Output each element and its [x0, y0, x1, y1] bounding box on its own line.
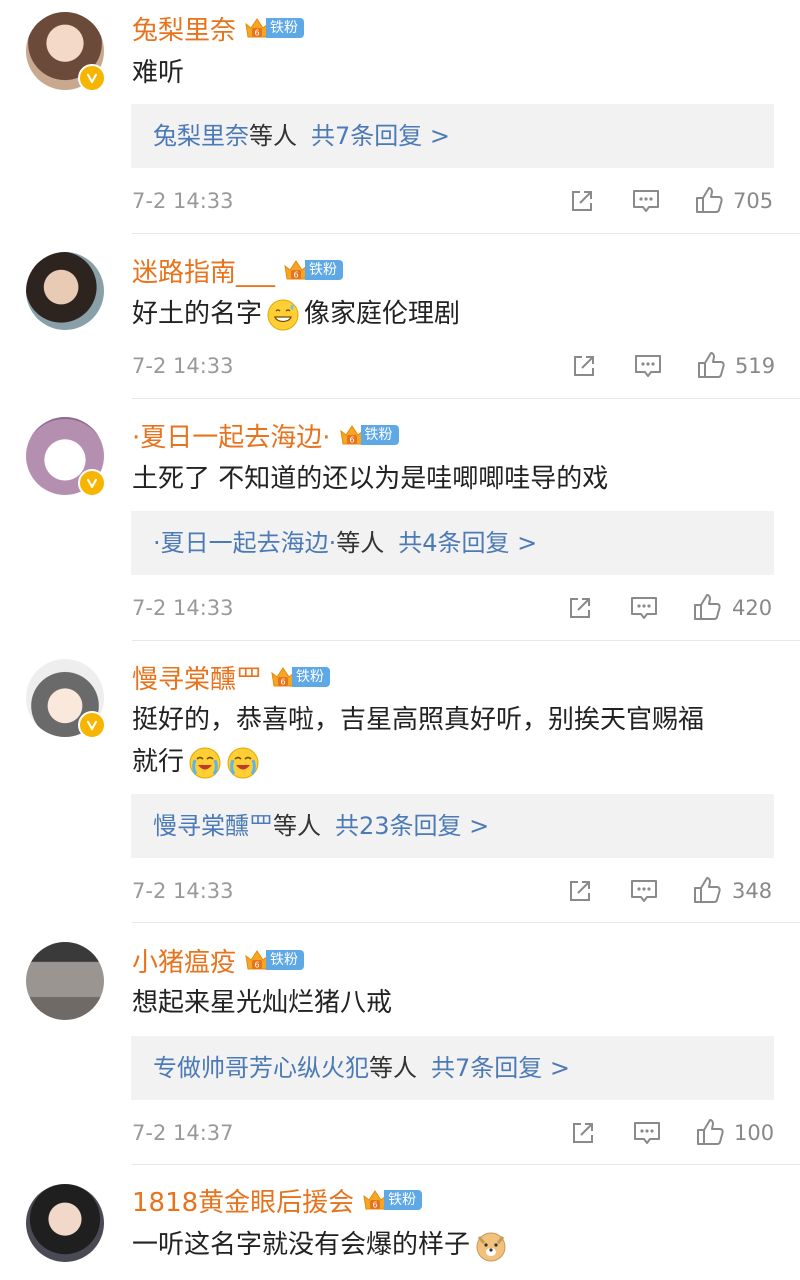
fan-tag: 铁粉 [266, 950, 305, 970]
fan-badge: 铁粉 [339, 423, 399, 447]
share-icon[interactable] [570, 352, 598, 380]
comment-text: 想起来星光灿烂猪八戒 [132, 988, 393, 1018]
comment-time: 7-2 14:37 [132, 1121, 234, 1145]
comment-time: 7-2 14:33 [132, 596, 234, 620]
comment-text: 土死了 不知道的还以为是哇唧唧哇导的戏 [132, 464, 609, 494]
thumb-up-icon[interactable] [696, 350, 726, 380]
fan-badge: 铁粉 [244, 948, 305, 972]
comment-text: 一听这名字就没有会爆的样子 [132, 1224, 772, 1266]
reply-names[interactable]: ·夏日一起去海边· [153, 529, 336, 557]
divider [132, 233, 800, 234]
share-icon[interactable] [569, 1119, 597, 1147]
comment-icon[interactable] [632, 1119, 662, 1147]
comment-text: 难听 [132, 58, 185, 88]
username[interactable]: 1818黄金眼后援会 [132, 1182, 354, 1219]
comment-icon[interactable] [629, 594, 659, 622]
like-count: 519 [735, 354, 776, 378]
verified-badge-icon [78, 64, 106, 92]
comment-text: 挺好的，恭喜啦，吉星高照真好听，别挨天官赐福 就行 [132, 699, 772, 783]
reply-summary[interactable]: ·夏日一起去海边·等人 共4条回复 > [131, 511, 774, 575]
comment-icon[interactable] [629, 877, 659, 905]
like-count: 348 [732, 879, 773, 903]
comment-icon[interactable] [633, 352, 663, 380]
reply-deng: 等人 [369, 1054, 417, 1082]
reply-deng: 等人 [249, 122, 297, 150]
reply-summary[interactable]: 专做帅哥芳心纵火犯等人 共7条回复 > [131, 1036, 774, 1100]
comment-text-part: 像家庭伦理剧 [304, 299, 461, 329]
sweat-smile-emoji-icon [266, 298, 300, 332]
like-count: 705 [733, 189, 774, 213]
comment-time: 7-2 14:33 [132, 879, 234, 903]
thumb-up-icon[interactable] [692, 875, 722, 905]
comment-text-line: 挺好的，恭喜啦，吉星高照真好听，别挨天官赐福 [132, 705, 705, 735]
reply-names[interactable]: 专做帅哥芳心纵火犯 [153, 1054, 369, 1082]
fan-badge: 铁粉 [283, 258, 344, 282]
fan-tag: 铁粉 [384, 1190, 423, 1210]
like-count: 420 [732, 596, 773, 620]
share-icon[interactable] [566, 877, 594, 905]
thumb-up-icon[interactable] [694, 185, 724, 215]
fan-badge: 铁粉 [244, 16, 305, 40]
thumb-up-icon[interactable] [695, 1117, 725, 1147]
comment-time: 7-2 14:33 [132, 189, 234, 213]
reply-count-link[interactable]: 共23条回复 > [335, 812, 489, 840]
reply-count-link[interactable]: 共7条回复 > [431, 1054, 570, 1082]
reply-count-link[interactable]: 共7条回复 > [311, 122, 450, 150]
fan-tag: 铁粉 [266, 18, 305, 38]
comment-text-part: 一听这名字就没有会爆的样子 [132, 1230, 471, 1260]
verified-badge-icon [78, 711, 106, 739]
fan-tag: 铁粉 [292, 667, 331, 687]
thumb-up-icon[interactable] [692, 592, 722, 622]
avatar[interactable] [26, 1184, 104, 1262]
reply-deng: 等人 [336, 529, 385, 557]
reply-names[interactable]: 兔梨里奈 [153, 122, 249, 150]
divider [132, 1164, 800, 1165]
username[interactable]: 小猪瘟疫 [132, 942, 236, 979]
share-icon[interactable] [568, 187, 596, 215]
username[interactable]: 兔梨里奈 [132, 10, 236, 47]
like-count: 100 [734, 1121, 775, 1145]
avatar[interactable] [26, 942, 104, 1020]
divider [132, 398, 800, 399]
username[interactable]: 慢寻棠醺罒 [132, 659, 262, 696]
avatar[interactable] [26, 417, 106, 497]
reply-deng: 等人 [273, 812, 321, 840]
share-icon[interactable] [566, 594, 594, 622]
comment-icon[interactable] [631, 187, 661, 215]
reply-names[interactable]: 慢寻棠醺罒 [153, 812, 273, 840]
avatar[interactable] [26, 12, 106, 92]
reply-summary[interactable]: 慢寻棠醺罒等人 共23条回复 > [131, 794, 774, 858]
fan-badge: 铁粉 [362, 1188, 423, 1212]
avatar[interactable] [26, 659, 106, 739]
reply-summary[interactable]: 兔梨里奈等人 共7条回复 > [131, 104, 774, 168]
divider [132, 640, 800, 641]
username[interactable]: 迷路指南___ [132, 252, 275, 289]
comment-time: 7-2 14:33 [132, 354, 234, 378]
divider [132, 922, 800, 923]
fan-badge: 铁粉 [270, 665, 331, 689]
comment-text-line: 就行 [132, 747, 185, 777]
crying-laugh-emoji-icon [226, 746, 260, 780]
fan-tag: 铁粉 [305, 260, 344, 280]
comment-text-part: 好土的名字 [132, 299, 263, 329]
comment-text: 好土的名字 像家庭伦理剧 [132, 293, 772, 335]
crying-laugh-emoji-icon [188, 746, 222, 780]
username[interactable]: ·夏日一起去海边· [132, 417, 331, 454]
verified-badge-icon [78, 469, 106, 497]
doge-emoji-icon [474, 1229, 508, 1263]
avatar[interactable] [26, 252, 104, 330]
fan-tag: 铁粉 [360, 425, 399, 445]
reply-count-link[interactable]: 共4条回复 > [398, 529, 537, 557]
